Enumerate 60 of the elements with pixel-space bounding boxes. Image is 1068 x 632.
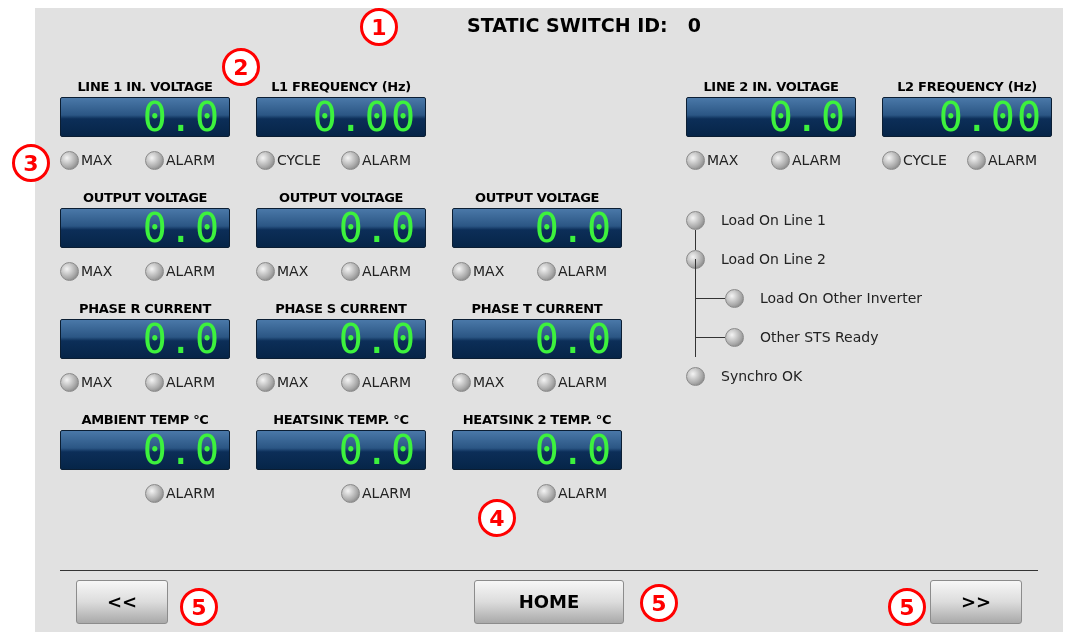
nav-button[interactable]: HOME	[474, 579, 624, 624]
display-value: 0.0	[534, 430, 613, 470]
indicator-label: ALARM	[558, 261, 608, 281]
indicator-label: CYCLE	[277, 150, 321, 170]
gauge-label: PHASE R CURRENT	[78, 301, 213, 317]
gauge-label: PHASE S CURRENT	[274, 301, 408, 317]
indicator-label: ALARM	[166, 261, 216, 281]
gauge-label: LINE 2 IN. VOLTAGE	[702, 79, 840, 95]
display-value: 0.0	[534, 319, 613, 359]
gauge-label: L2 FREQUENCY (Hz)	[896, 79, 1038, 95]
display-value: 0.0	[142, 97, 221, 137]
indicator-label: ALARM	[166, 150, 216, 170]
gauge-label: PHASE T CURRENT	[470, 301, 604, 317]
gauge-label: LINE 1 IN. VOLTAGE	[76, 79, 214, 95]
display-value: 0.0	[142, 319, 221, 359]
gauge-label: HEATSINK 2 TEMP. °C	[461, 412, 613, 428]
indicator-label: MAX	[81, 372, 113, 392]
indicator-label: ALARM	[988, 150, 1038, 170]
indicator-label: ALARM	[166, 483, 216, 503]
panel-title: STATIC SWITCH ID:	[467, 12, 668, 38]
indicator-label: MAX	[707, 150, 739, 170]
indicator-label: ALARM	[362, 261, 412, 281]
indicator-label: MAX	[81, 150, 113, 170]
display-value: 0.0	[338, 319, 417, 359]
indicator-label: MAX	[473, 261, 505, 281]
gauge-label: AMBIENT TEMP °C	[80, 412, 210, 428]
gauge-label: OUTPUT VOLTAGE	[277, 190, 405, 206]
status-label: Load On Line 1	[721, 211, 826, 230]
indicator-label: ALARM	[792, 150, 842, 170]
gauge-label: OUTPUT VOLTAGE	[473, 190, 601, 206]
indicator-label: ALARM	[558, 483, 608, 503]
nav-button[interactable]: >>	[930, 579, 1022, 624]
indicator-label: MAX	[277, 261, 309, 281]
indicator-label: MAX	[473, 372, 505, 392]
status-label: Other STS Ready	[760, 328, 879, 347]
status-label: Synchro OK	[721, 367, 803, 386]
status-label: Load On Line 2	[721, 250, 826, 269]
indicator-label: MAX	[277, 372, 309, 392]
gauge-label: OUTPUT VOLTAGE	[81, 190, 209, 206]
display-value: 0.0	[338, 430, 417, 470]
nav-button[interactable]: <<	[76, 579, 168, 624]
callout-number: 3	[12, 144, 50, 182]
indicator-label: MAX	[81, 261, 113, 281]
switch-id-value: 0	[687, 12, 701, 38]
display-value: 0.00	[312, 97, 417, 137]
indicator-label: ALARM	[558, 372, 608, 392]
indicator-label: ALARM	[362, 150, 412, 170]
display-value: 0.0	[142, 430, 221, 470]
display-value: 0.0	[534, 208, 613, 248]
status-label: Load On Other Inverter	[760, 289, 923, 308]
gauge-label: HEATSINK TEMP. °C	[272, 412, 410, 428]
indicator-label: CYCLE	[903, 150, 947, 170]
indicator-label: ALARM	[362, 372, 412, 392]
display-value: 0.0	[768, 97, 847, 137]
gauge-label: L1 FREQUENCY (Hz)	[270, 79, 412, 95]
display-value: 0.0	[142, 208, 221, 248]
display-value: 0.00	[938, 97, 1043, 137]
indicator-label: ALARM	[362, 483, 412, 503]
indicator-label: ALARM	[166, 372, 216, 392]
display-value: 0.0	[338, 208, 417, 248]
